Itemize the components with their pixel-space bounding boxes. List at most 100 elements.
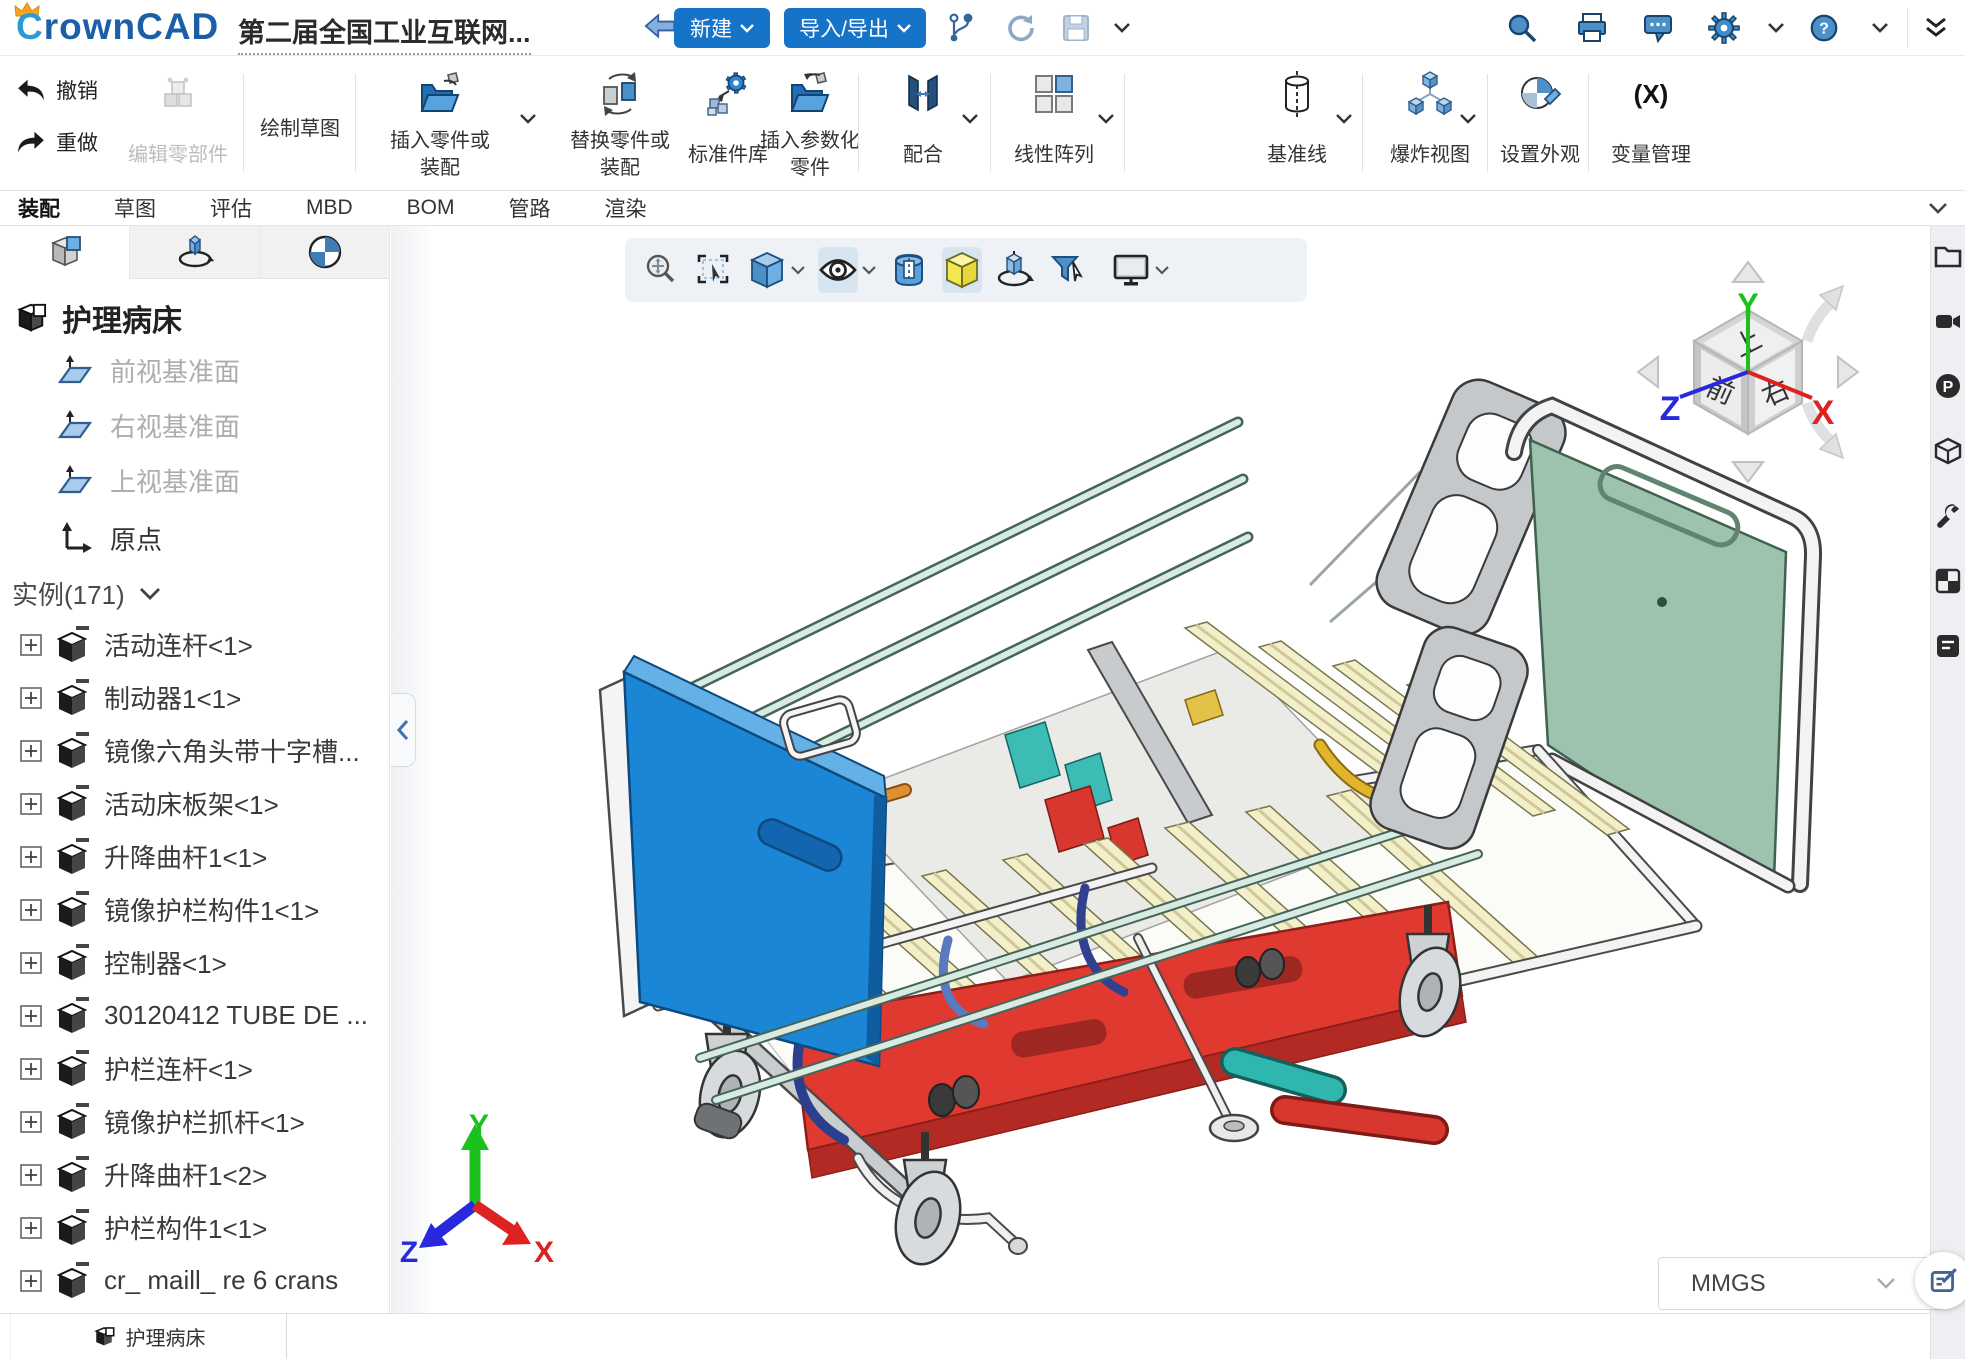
display-mode-icon[interactable] [1111,247,1151,293]
visibility-eye-icon[interactable] [818,247,858,293]
tab-render[interactable]: 渲染 [578,193,674,223]
panel-tab-turntable[interactable] [129,226,259,279]
replace-part-button[interactable]: 替换零件或 装配 [558,56,682,190]
panel-tab-section-sphere[interactable] [259,226,389,279]
tree-item[interactable]: 升降曲杆1<2> [0,1148,389,1201]
tree-instances-label: 实例(171) [12,575,125,612]
view-cube[interactable]: 上 前 右 Y Z X [1625,250,1875,490]
tree-item[interactable]: 镜像护栏抓杆<1> [0,1095,389,1148]
section-view-icon[interactable] [889,247,929,293]
help-chevron-icon[interactable] [1864,12,1896,44]
linear-pattern-chevron-icon[interactable] [1098,114,1114,124]
tree-item[interactable]: 30120412 TUBE DE ... [0,989,389,1042]
visibility-chevron-icon[interactable] [862,266,876,275]
linear-pattern-label: 线性阵列 [1014,142,1094,169]
settings-gear-icon[interactable] [1708,12,1740,44]
tree-instances-header[interactable]: 实例(171) [0,568,389,618]
units-select[interactable]: MMGS [1658,1257,1944,1310]
panel-tab-model-tree[interactable] [0,226,129,279]
exploded-view-chevron-icon[interactable] [1460,114,1476,124]
set-appearance-button[interactable]: 设置外观 [1494,56,1586,190]
view-orientation-chevron-icon[interactable] [791,266,805,275]
search-icon[interactable] [1506,12,1538,44]
tree-right-plane[interactable]: 右视基准面 [0,398,389,453]
part-cube-icon [54,1049,92,1089]
wrench-icon[interactable] [1934,502,1962,530]
tabrow-chevron-icon[interactable] [1929,203,1947,214]
camera-icon[interactable] [1934,307,1962,335]
insert-parametric-button[interactable]: 插入参数化 零件 [748,56,872,190]
tab-piping[interactable]: 管路 [482,193,578,223]
undo-button[interactable]: 撤销 [16,70,98,110]
tab-sketch[interactable]: 草图 [87,193,183,223]
feedback-message-icon[interactable] [1642,12,1674,44]
tree-item[interactable]: 升降曲杆1<1> [0,830,389,883]
view-cube-arrow-down[interactable] [1733,462,1763,482]
tree-item[interactable]: 护栏连杆<1> [0,1042,389,1095]
new-button[interactable]: 新建 [674,8,770,48]
tree-item[interactable]: 护栏构件1<1> [0,1201,389,1254]
tree-item[interactable]: 控制器<1> [0,936,389,989]
filter-icon[interactable] [1048,247,1088,293]
settings-chevron-icon[interactable] [1760,12,1792,44]
tree-item[interactable]: 镜像六角头带十字槽... [0,724,389,777]
document-title[interactable]: 第二届全国工业互联网... [238,11,531,55]
view-cube-arrow-up[interactable] [1733,262,1763,282]
datum-line-chevron-icon[interactable] [1336,114,1352,124]
replace-part-label-1: 替换零件或 [570,128,670,155]
header-divider [1907,8,1908,48]
save-dropdown-chevron-icon[interactable] [1106,12,1138,44]
tab-bom[interactable]: BOM [380,196,482,220]
tree-front-plane[interactable]: 前视基准面 [0,343,389,398]
tab-mbd[interactable]: MBD [279,196,380,220]
folder-icon[interactable] [1934,242,1962,270]
import-export-button[interactable]: 导入/导出 [784,8,926,48]
view-cube-arrow-left[interactable] [1638,357,1658,387]
insert-part-button[interactable]: 插入零件或 装配 [382,56,498,190]
tree-origin[interactable]: 原点 [0,508,389,568]
tree-item[interactable]: cr_ maill_ re 6 crans [0,1254,389,1307]
tree-top-plane[interactable]: 上视基准面 [0,453,389,508]
save-icon[interactable] [1060,12,1092,44]
tree-item[interactable]: 制动器1<1> [0,671,389,724]
tab-assembly[interactable]: 装配 [14,193,87,223]
document-tab[interactable]: 护理病床 [10,1314,287,1359]
part-cube-icon [54,1155,92,1195]
parameter-badge-icon[interactable]: P [1934,372,1962,400]
rotate-view-icon[interactable] [995,247,1035,293]
version-branch-icon[interactable] [944,12,976,44]
redo-button[interactable]: 重做 [16,122,98,162]
document-tab-bar: 护理病床 [0,1313,1930,1359]
mate-chevron-icon[interactable] [962,114,978,124]
linear-pattern-button[interactable]: 线性阵列 [1002,56,1106,190]
model-cube-icon[interactable] [1934,437,1962,465]
zoom-window-icon[interactable] [641,247,681,293]
mate-button[interactable]: 配合 [880,56,966,190]
tree-root-row[interactable]: 护理病床 [14,293,389,343]
datum-line-button[interactable]: 基准线 [1252,56,1342,190]
tree-item[interactable]: 活动床板架<1> [0,777,389,830]
variable-management-button[interactable]: (X) 变量管理 [1596,56,1706,190]
note-edit-fab[interactable] [1915,1252,1965,1309]
sync-refresh-icon[interactable] [1004,12,1036,44]
units-value: MMGS [1691,1270,1766,1298]
marquee-select-icon[interactable] [694,247,734,293]
print-icon[interactable] [1576,12,1608,44]
collapse-ribbon-double-chevron-icon[interactable] [1920,12,1952,44]
tree-item[interactable]: 镜像护栏构件1<1> [0,883,389,936]
view-cube-rotate-cw[interactable] [1807,302,1832,341]
view-orientation-icon[interactable] [747,247,787,293]
view-cube-arrow-right[interactable] [1838,357,1858,387]
back-arrow-icon[interactable] [644,10,676,42]
instances-chevron-icon [139,587,161,600]
library-book-icon[interactable] [1934,632,1962,660]
draw-sketch-button[interactable]: 绘制草图 [248,56,352,190]
appearance-box-icon[interactable] [942,247,982,293]
material-checker-icon[interactable] [1934,567,1962,595]
display-mode-chevron-icon[interactable] [1155,266,1169,275]
tab-evaluate[interactable]: 评估 [183,193,279,223]
help-icon[interactable]: ? [1808,12,1840,44]
edit-component-button[interactable]: 编辑零部件 [128,56,228,190]
insert-part-chevron-icon[interactable] [520,114,536,124]
tree-item[interactable]: 活动连杆<1> [0,618,389,671]
